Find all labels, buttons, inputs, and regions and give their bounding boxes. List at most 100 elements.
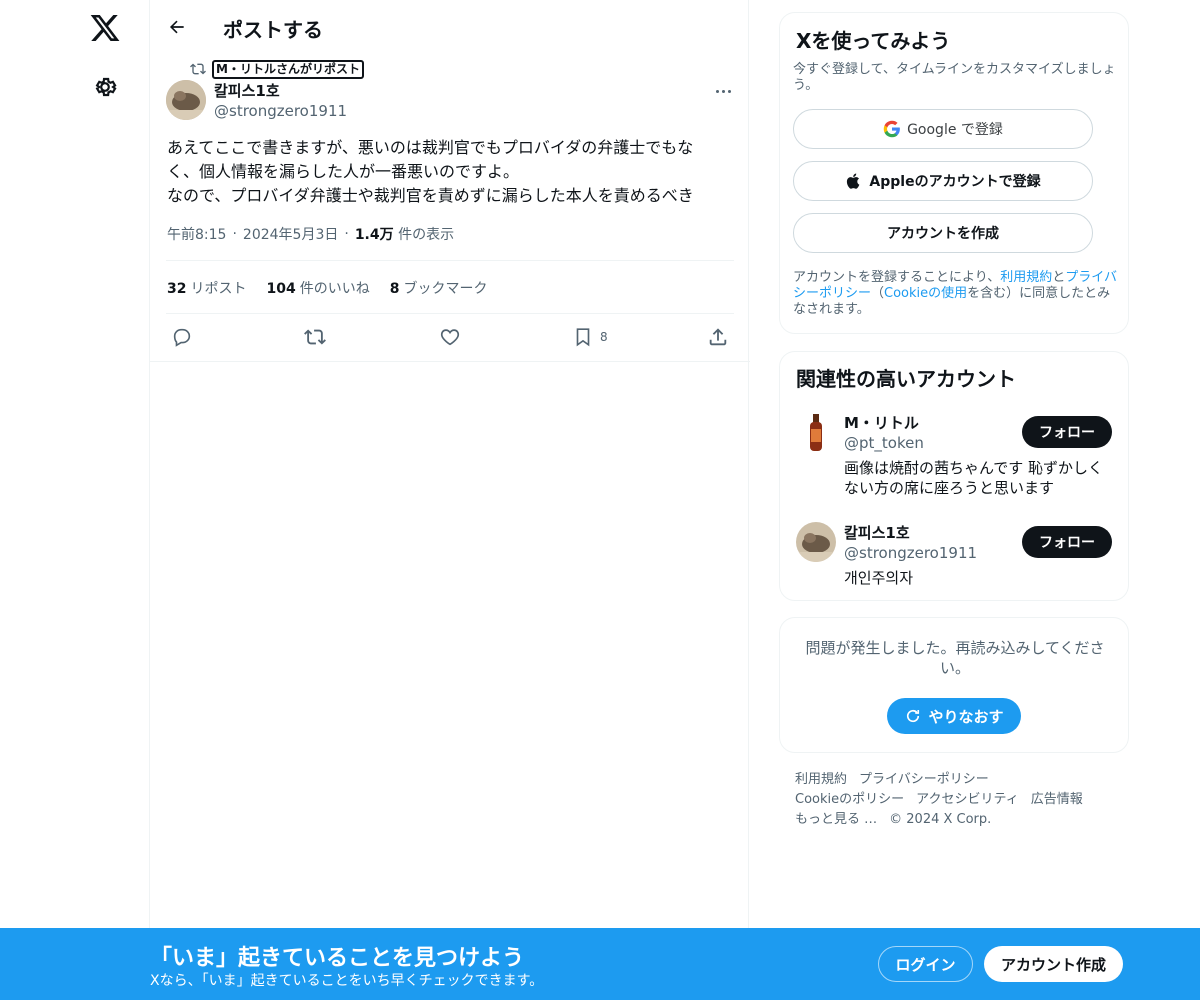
- footer-link-cookie[interactable]: Cookieのポリシー: [795, 792, 904, 807]
- views-label: 件の表示: [398, 227, 455, 243]
- banner-title: 「いま」起きていることを見つけよう: [150, 946, 525, 971]
- related-account-handle: @pt_token: [844, 434, 924, 452]
- bookmarks-count: 8: [389, 281, 400, 297]
- footer-link-terms[interactable]: 利用規約: [795, 772, 847, 787]
- footer-row: もっと見る … © 2024 X Corp.: [795, 810, 1125, 830]
- footer-link-more[interactable]: もっと見る …: [795, 812, 877, 827]
- page-header: ポストする: [150, 0, 750, 54]
- likes-stat[interactable]: 104 件のいいね: [266, 278, 369, 298]
- bookmarks-label: ブックマーク: [403, 281, 488, 297]
- related-account-name: M・リトル: [844, 414, 919, 432]
- footer-row: Cookieのポリシー アクセシビリティ 広告情報: [795, 790, 1125, 810]
- gear-icon[interactable]: [92, 74, 118, 100]
- divider: [166, 313, 734, 314]
- footer-row: 利用規約 プライバシーポリシー: [795, 770, 1125, 790]
- dot-icon: [721, 89, 725, 93]
- signup-banner: 「いま」起きていることを見つけよう Xなら、「いま」起きていることをいち早くチェ…: [0, 928, 1200, 1000]
- apple-signup-button[interactable]: Appleのアカウントで登録: [793, 161, 1093, 201]
- related-account-bio: 개인주의자: [844, 569, 914, 587]
- bookmark-icon: [576, 328, 590, 347]
- divider: [150, 361, 750, 362]
- more-options-button[interactable]: [710, 82, 736, 100]
- login-button[interactable]: ログイン: [878, 946, 973, 982]
- dot-icon: [727, 89, 731, 93]
- reposts-count: 32: [167, 281, 187, 297]
- terms-text: アカウントを登録することにより、利用規約とプライバシーポリシー（Cookieの使…: [793, 270, 1123, 318]
- likes-label: 件のいいね: [299, 281, 370, 297]
- google-signup-label: Google で登録: [907, 122, 1003, 138]
- left-nav: [0, 0, 150, 1000]
- author-handle[interactable]: @strongzero1911: [214, 102, 347, 120]
- repost-icon: [190, 63, 206, 75]
- share-button[interactable]: [707, 322, 729, 352]
- related-account-handle: @strongzero1911: [844, 544, 978, 562]
- divider: [166, 260, 734, 261]
- dot-icon: [715, 89, 719, 93]
- reposts-label: リポスト: [190, 281, 247, 297]
- repost-context: M・リトルさんがリポスト: [190, 59, 364, 79]
- action-bar: 8: [150, 322, 750, 352]
- meta-separator: ·: [344, 226, 349, 242]
- page-title: ポストする: [223, 18, 323, 42]
- bookmark-count: 8: [600, 330, 608, 344]
- tweet-time[interactable]: 午前8:15: [167, 224, 226, 244]
- terms-of-service-link[interactable]: 利用規約: [1000, 270, 1052, 285]
- signup-button[interactable]: アカウント作成: [984, 946, 1123, 982]
- main-column: ポストする M・リトルさんがリポスト 칼피스1호 @strongzero1911…: [149, 0, 750, 1000]
- signup-card-subtitle: 今すぐ登録して、タイムラインをカスタマイズしましょう。: [793, 62, 1116, 93]
- error-card: 問題が発生しました。再読み込みしてください。 やりなおす: [779, 617, 1129, 753]
- reply-icon: [173, 328, 191, 347]
- tweet-text: あえてここで書きますが、悪いのは裁判官でもプロバイダの弁護士でもな く、個人情報…: [167, 138, 694, 205]
- footer-link-ads[interactable]: 広告情報: [1031, 792, 1083, 807]
- share-icon: [709, 328, 727, 346]
- x-logo-icon[interactable]: [89, 12, 121, 44]
- terms-pre: アカウントを登録することにより、: [793, 270, 1001, 285]
- back-button[interactable]: [164, 14, 190, 40]
- views: 1.4万 件の表示: [355, 224, 454, 244]
- bookmarks-stat[interactable]: 8 ブックマーク: [390, 278, 488, 298]
- create-account-label: アカウントを作成: [887, 226, 999, 242]
- banner-subtitle: Xなら、「いま」起きていることをいち早くチェックできます。: [150, 973, 544, 989]
- terms-paren: （: [871, 286, 885, 301]
- likes-count: 104: [266, 281, 296, 297]
- refresh-icon: [907, 709, 920, 723]
- like-button[interactable]: [439, 322, 461, 352]
- retry-label: やりなおす: [928, 707, 1004, 726]
- repost-label[interactable]: M・リトルさんがリポスト: [212, 59, 364, 79]
- google-icon: [883, 120, 900, 138]
- footer-link-accessibility[interactable]: アクセシビリティ: [916, 792, 1019, 807]
- create-account-button[interactable]: アカウントを作成: [793, 213, 1093, 253]
- repost-button[interactable]: [304, 322, 326, 352]
- related-accounts-card: 関連性の高いアカウント M・リトル @pt_token 画像は焼酎の茜ちゃんです…: [779, 351, 1129, 601]
- bookmark-button[interactable]: 8: [572, 322, 608, 352]
- meta-separator: ·: [232, 226, 237, 242]
- tweet-stats: 32 リポスト 104 件のいいね 8 ブックマーク: [167, 278, 487, 298]
- follow-button[interactable]: フォロー: [1022, 526, 1112, 558]
- reply-button[interactable]: [171, 322, 193, 352]
- retry-button[interactable]: やりなおす: [887, 698, 1021, 734]
- tweet-date[interactable]: 2024年5月3日: [243, 224, 338, 244]
- views-count: 1.4万: [354, 227, 394, 243]
- signup-card-title: Xを使ってみよう: [796, 29, 951, 53]
- copyright: © 2024 X Corp.: [889, 812, 992, 827]
- cookie-use-link[interactable]: Cookieの使用: [884, 286, 967, 301]
- reposts-stat[interactable]: 32 リポスト: [167, 278, 246, 298]
- apple-signup-label: Appleのアカウントで登録: [869, 174, 1041, 190]
- google-signup-button[interactable]: Google で登録: [793, 109, 1093, 149]
- error-message: 問題が発生しました。再読み込みしてください。: [805, 639, 1105, 677]
- footer-links: 利用規約 プライバシーポリシー Cookieのポリシー アクセシビリティ 広告情報 も…: [795, 770, 1125, 830]
- apple-icon: [847, 173, 860, 189]
- heart-icon: [440, 329, 460, 346]
- avatar[interactable]: [166, 80, 206, 120]
- tweet-meta: 午前8:15 · 2024年5月3日 · 1.4万 件の表示: [167, 224, 454, 244]
- terms-and: と: [1052, 270, 1066, 285]
- avatar[interactable]: [796, 522, 836, 562]
- arrow-left-icon: [169, 20, 184, 34]
- author-name[interactable]: 칼피스1호: [214, 80, 280, 101]
- avatar[interactable]: [796, 412, 836, 452]
- related-accounts-title: 関連性の高いアカウント: [796, 367, 1016, 391]
- signup-card: Xを使ってみよう 今すぐ登録して、タイムラインをカスタマイズしましょう。 Goo…: [779, 12, 1129, 334]
- footer-link-privacy[interactable]: プライバシーポリシー: [859, 772, 989, 787]
- related-account-bio: 画像は焼酎の茜ちゃんです 恥ずかしくない方の席に座ろうと思います: [844, 459, 1104, 497]
- follow-button[interactable]: フォロー: [1022, 416, 1112, 448]
